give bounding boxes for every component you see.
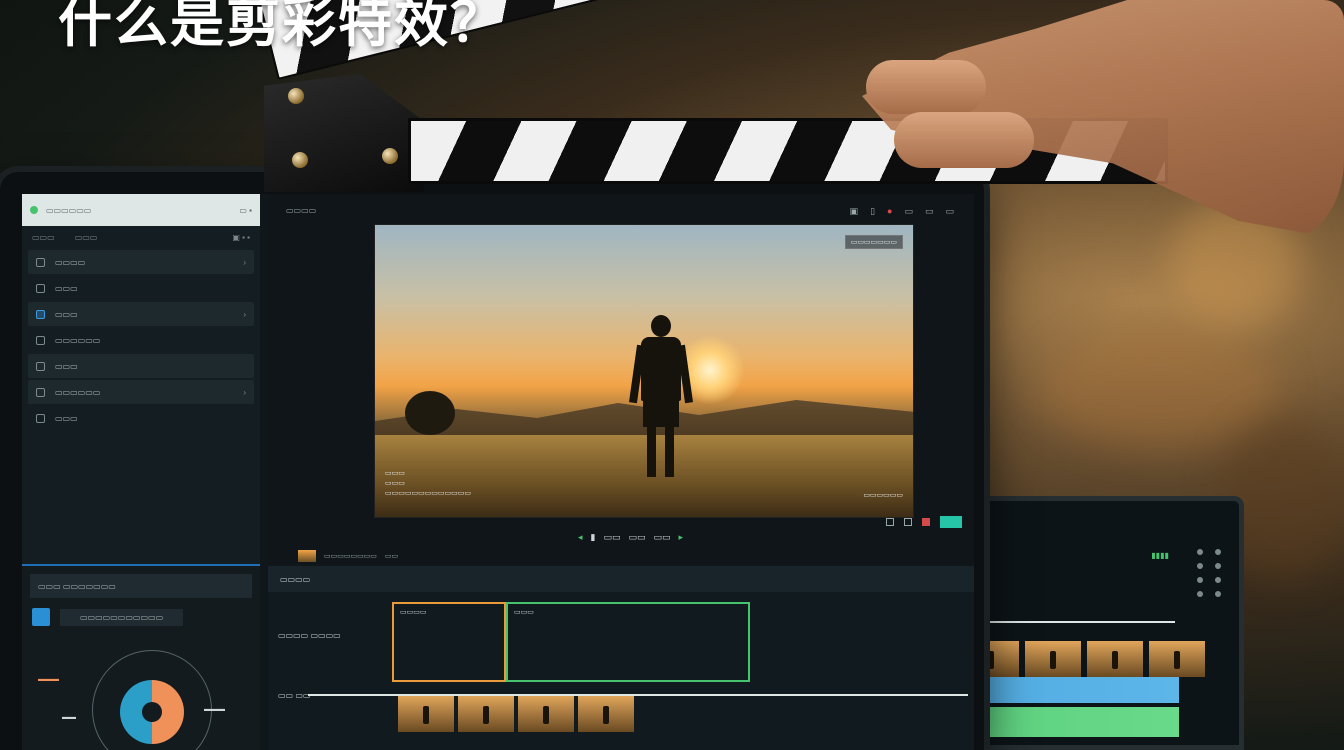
item-icon [36, 257, 45, 267]
window-controls[interactable]: ▭ ▪ [239, 206, 252, 215]
sidebar-item[interactable]: ▭▭▭ › [28, 302, 254, 326]
tool-icon[interactable]: ▭ [925, 206, 934, 217]
color-panel-header: ▭▭▭ ▭▭▭▭▭▭▭ [30, 574, 252, 598]
sidebar-item[interactable]: ▭▭▭▭▭▭ [28, 328, 254, 352]
video-overlay-text: ▭▭▭ ▭▭▭ ▭▭▭▭▭▭▭▭▭▭▭▭▭ [385, 470, 471, 497]
preview-tools: ▣ ▯ ● ▭ ▭ ▭ [850, 206, 954, 217]
preview-panel: ▭▭▭▭ ▣ ▯ ● ▭ ▭ ▭ ▭▭▭▭▭▭▭ ▭ ▭ ▭ ▭▭▭ ▭▭▭▭▭▭▭… [268, 194, 974, 564]
sidebar-tab[interactable]: ▭▭▭ [75, 233, 98, 242]
item-icon [36, 309, 45, 319]
status-indicator: ▮▮▮▮ [1151, 551, 1169, 560]
tool-icon[interactable]: ▭ [945, 206, 954, 217]
screw [292, 152, 308, 168]
item-icon [36, 283, 45, 293]
film-frame[interactable] [578, 696, 634, 732]
item-icon [36, 387, 45, 397]
color-panel-row: ▭▭▭▭▭▭▭▭▭▭▭ [22, 602, 260, 632]
video-badge: ▭▭▭▭▭▭▭ [844, 235, 903, 249]
film-frame[interactable] [1025, 641, 1081, 677]
timeline-panel: ▭▭▭▭ ▭▭▭▭ ▭▭▭▭ ▭▭ ▭▭ ▭▭▭▭ ▭▭▭ [268, 566, 974, 750]
film-frame[interactable] [458, 696, 514, 732]
color-chip-label: ▭▭▭▭▭▭▭▭▭▭▭ [60, 608, 184, 626]
film-frame[interactable] [518, 696, 574, 732]
clip-info: ▭▭▭▭▭▭▭▭ ▭▭ [298, 550, 398, 562]
preview-controls [886, 516, 962, 528]
sidebar-item[interactable]: ▭▭▭ [28, 406, 254, 430]
screw [288, 88, 304, 104]
film-frame[interactable] [398, 696, 454, 732]
chevron-right-icon: › [243, 309, 246, 319]
background-bokeh [1040, 330, 1280, 450]
tool-icon[interactable]: ▣ [850, 206, 859, 217]
play-icon[interactable]: ▸ [679, 532, 684, 543]
side-controls [1197, 549, 1223, 597]
record-icon[interactable]: ● [887, 206, 892, 217]
sidebar-tabs: ▭▭▭ ▭▭▭ ▣ ▪ ▪ [22, 226, 260, 248]
sidebar-tab-icon[interactable]: ▣ ▪ ▪ [232, 233, 250, 242]
item-icon [36, 361, 45, 371]
color-wheel[interactable] [92, 650, 212, 750]
video-overlay-text: ▭▭▭▭▭▭ [863, 492, 903, 499]
timeline-clip[interactable]: ▭▭▭ [506, 602, 750, 682]
finger [894, 112, 1034, 168]
laptop-frame: ▭▭▭▭▭▭ ▭ ▪ ▭▭▭ ▭▭▭ ▣ ▪ ▪ ▭▭▭▭ › ▭▭▭ ▭▭▭ › … [0, 172, 984, 750]
status-dot [30, 206, 38, 214]
color-panel: ▭▭▭ ▭▭▭▭▭▭▭ ▭▭▭▭▭▭▭▭▭▭▭ ▬▬▬ ▬▬▬ ▬▬ [22, 564, 260, 750]
item-icon [36, 335, 45, 345]
silhouette-figure [629, 315, 693, 477]
sidebar-title: ▭▭▭▭▭▭ [46, 205, 92, 215]
color-tag: ▬▬ [62, 714, 76, 721]
sidebar-item[interactable]: ▭▭▭▭▭▭ › [28, 380, 254, 404]
screw [382, 148, 398, 164]
sidebar: ▭▭▭▭▭▭ ▭ ▪ ▭▭▭ ▭▭▭ ▣ ▪ ▪ ▭▭▭▭ › ▭▭▭ ▭▭▭ › … [22, 194, 260, 750]
finger [866, 60, 986, 114]
sidebar-item[interactable]: ▭▭▭▭ › [28, 250, 254, 274]
tool-icon[interactable]: ▯ [870, 206, 875, 217]
color-chip[interactable] [32, 608, 50, 626]
sidebar-item[interactable]: ▭▭▭ [28, 354, 254, 378]
sidebar-tab[interactable]: ▭▭▭ [32, 233, 55, 242]
filmstrip [398, 696, 634, 734]
film-frame[interactable] [1087, 641, 1143, 677]
chevron-right-icon: › [243, 387, 246, 397]
sidebar-item[interactable]: ▭▭▭ [28, 276, 254, 300]
transport-controls: ◂ ▮ ▭▭ ▭▭ ▭▭ ▸ [578, 532, 684, 543]
color-tag: ▬▬▬ [204, 706, 225, 713]
sidebar-header: ▭▭▭▭▭▭ ▭ ▪ [22, 194, 260, 226]
headline: 什么是剪彩特效？ [58, 0, 506, 53]
item-icon [36, 413, 45, 423]
color-tag: ▬▬▬ [38, 676, 59, 683]
clip-thumbnail[interactable] [298, 550, 316, 562]
play-icon[interactable]: ◂ [578, 532, 583, 543]
timeline-header: ▭▭▭▭ [268, 566, 974, 592]
timeline-clip[interactable]: ▭▭▭▭ [392, 602, 506, 682]
track-labels: ▭▭▭▭ ▭▭▭▭ ▭▭ ▭▭ [278, 631, 341, 700]
preview-label: ▭▭▭▭ [286, 206, 317, 215]
tool-icon[interactable]: ▭ [904, 206, 913, 217]
chevron-right-icon: › [243, 257, 246, 267]
video-preview[interactable]: ▭▭▭▭▭▭▭ ▭▭▭ ▭▭▭ ▭▭▭▭▭▭▭▭▭▭▭▭▭ ▭▭▭▭▭▭ [374, 224, 914, 518]
editor-screen: ▭▭▭▭▭▭ ▭ ▪ ▭▭▭ ▭▭▭ ▣ ▪ ▪ ▭▭▭▭ › ▭▭▭ ▭▭▭ › … [22, 194, 974, 750]
film-frame[interactable] [1149, 641, 1205, 677]
